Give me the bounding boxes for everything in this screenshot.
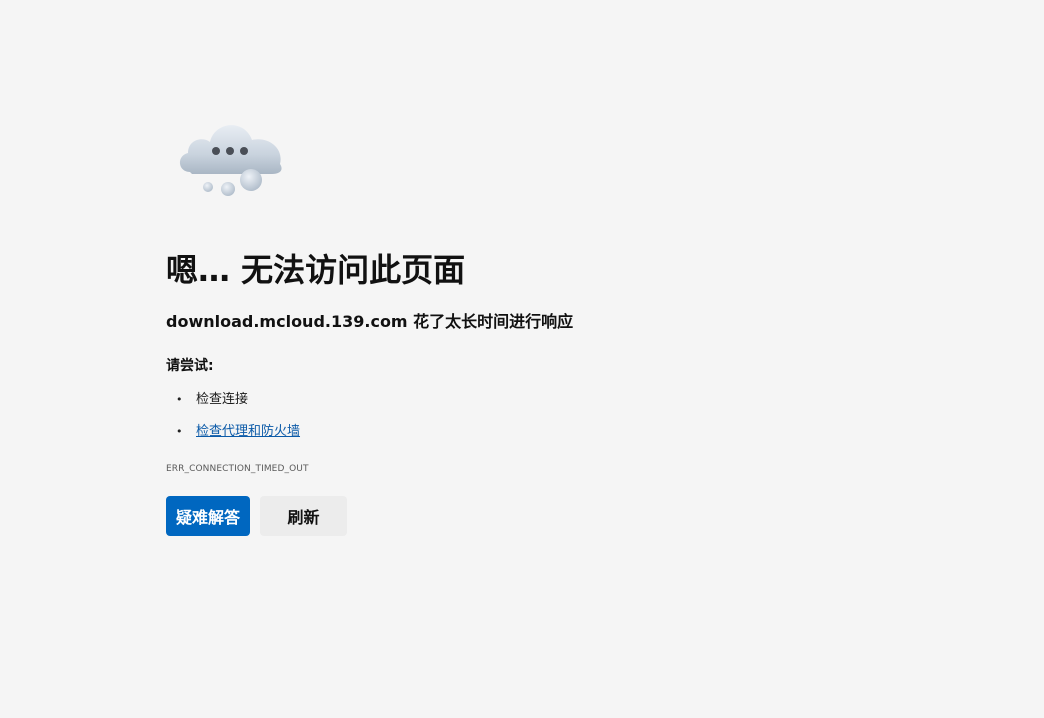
try-label: 请尝试: <box>166 358 214 374</box>
error-code: ERR_CONNECTION_TIMED_OUT <box>166 464 309 474</box>
action-buttons: 疑难解答 刷新 <box>166 496 347 536</box>
check-proxy-firewall-link[interactable]: 检查代理和防火墙 <box>196 424 300 439</box>
error-description: download.mcloud.139.com 花了太长时间进行响应 <box>166 312 574 331</box>
suggestion-item-check-proxy-firewall: 检查代理和防火墙 <box>166 421 300 453</box>
page-title: 嗯… 无法访问此页面 <box>166 251 466 289</box>
suggestion-item-check-connection: 检查连接 <box>166 389 300 421</box>
suggestion-list: 检查连接 检查代理和防火墙 <box>166 389 300 453</box>
suggestion-check-connection-text: 检查连接 <box>196 392 249 407</box>
refresh-button[interactable]: 刷新 <box>260 496 347 536</box>
cloud-ellipsis-icon <box>179 125 282 196</box>
troubleshoot-button[interactable]: 疑难解答 <box>166 496 250 536</box>
error-page: 嗯… 无法访问此页面 download.mcloud.139.com 花了太长时… <box>0 0 1044 718</box>
